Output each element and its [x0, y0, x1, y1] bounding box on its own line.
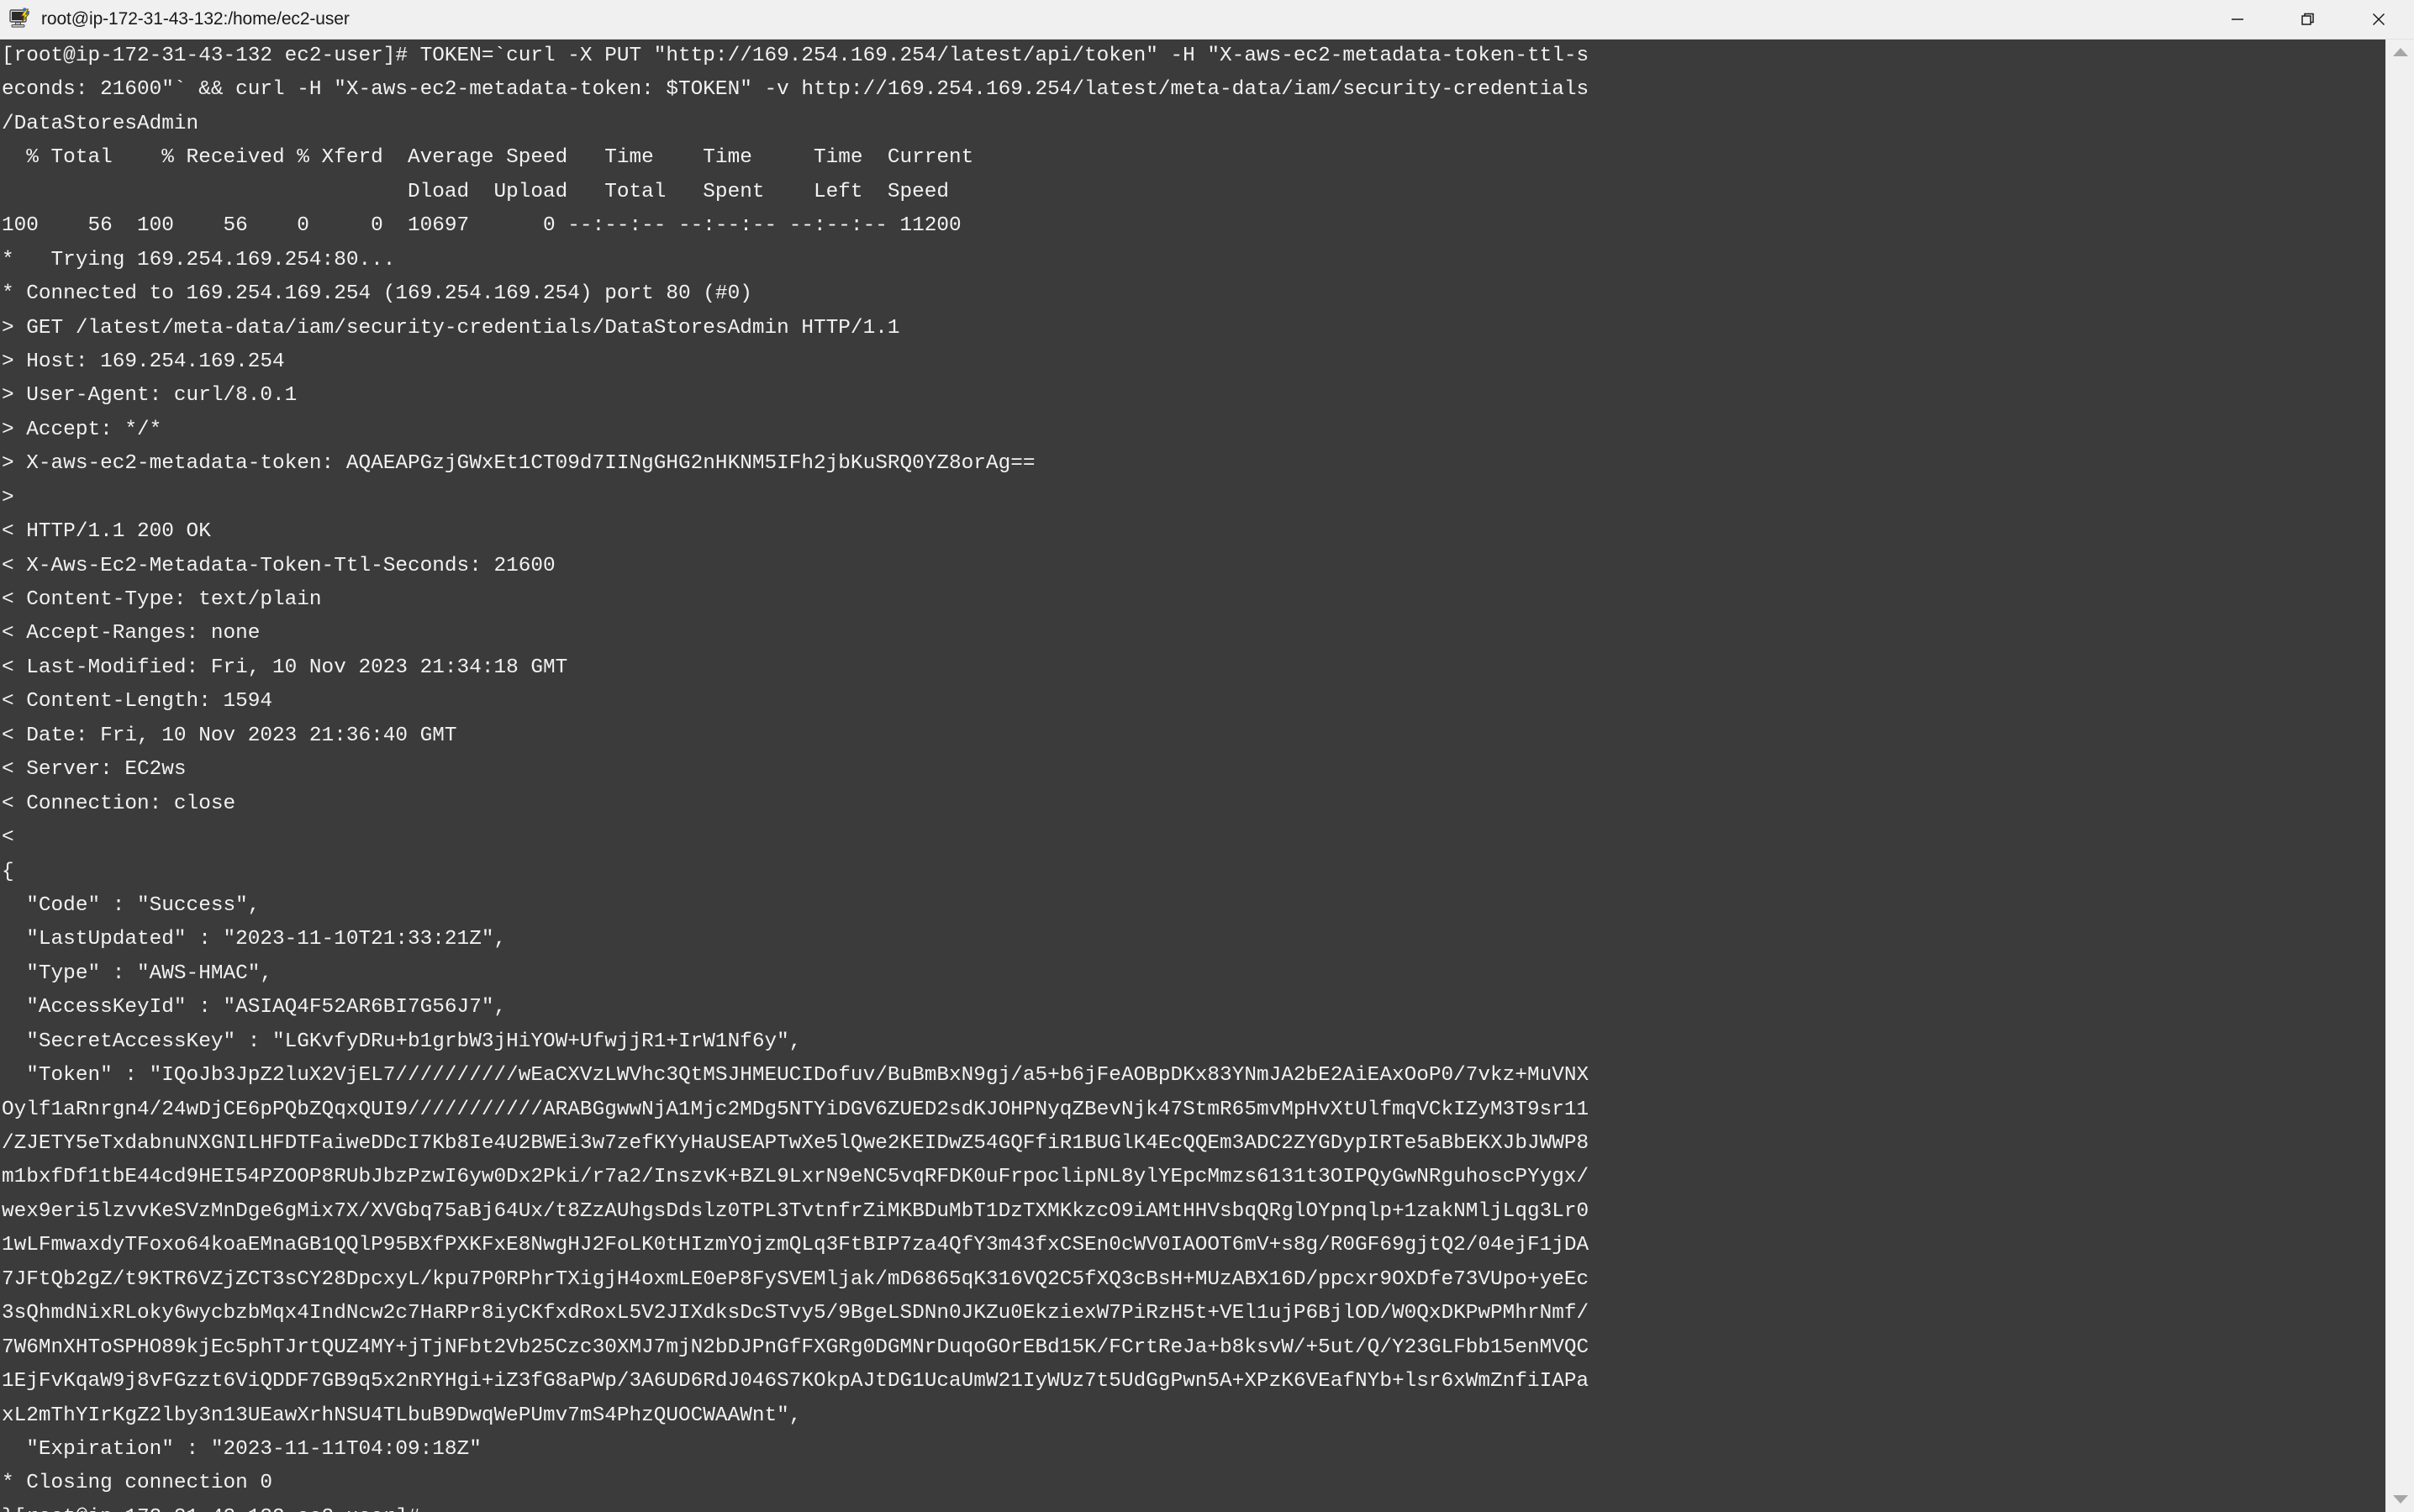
- terminal-line: < Content-Type: text/plain: [2, 588, 322, 611]
- terminal-line: < Last-Modified: Fri, 10 Nov 2023 21:34:…: [2, 656, 568, 679]
- terminal-line: > GET /latest/meta-data/iam/security-cre…: [2, 316, 900, 340]
- scroll-down-arrow-icon[interactable]: [2386, 1487, 2414, 1512]
- terminal-line: < Server: EC2ws: [2, 758, 187, 782]
- terminal-line: Oylf1aRnrgn4/24wDjCE6pPQbZQqxQUI9///////…: [2, 1098, 1589, 1121]
- terminal-line: {: [2, 860, 14, 883]
- terminal-line: 3sQhmdNixRLoky6wycbzbMqx4IndNcw2c7HaRPr8…: [2, 1302, 1589, 1325]
- terminal-line: [root@ip-172-31-43-132 ec2-user]# TOKEN=…: [2, 45, 1589, 67]
- terminal-scrollbar[interactable]: [2385, 40, 2414, 1512]
- title-bar-left: root@ip-172-31-43-132:/home/ec2-user: [0, 7, 2202, 32]
- terminal-line: * Closing connection 0: [2, 1472, 273, 1495]
- terminal-line: < Connection: close: [2, 792, 236, 815]
- terminal-window: root@ip-172-31-43-132:/home/ec2-user [ro: [0, 0, 2414, 1512]
- terminal-line: wex9eri5lzvvKeSVzMnDge6gMix7X/XVGbq75aBj…: [2, 1199, 1589, 1223]
- terminal-line: 7JFtQb2gZ/t9KTR6VZjZCT3sCY28DpcxyL/kpu7P…: [2, 1267, 1589, 1291]
- terminal-line: Dload Upload Total Spent Left Speed: [2, 180, 950, 203]
- terminal-line: }[root@ip-172-31-43-132 ec2-user]#: [2, 1501, 2385, 1512]
- close-button[interactable]: [2343, 0, 2414, 39]
- terminal-line: % Total % Received % Xferd Average Speed…: [2, 146, 974, 170]
- terminal-line: 1EjFvKqaW9j8vFGzzt6ViQDDF7GB9q5x2nRYHgi+…: [2, 1370, 1589, 1393]
- terminal-line: < HTTP/1.1 200 OK: [2, 520, 211, 544]
- window-title: root@ip-172-31-43-132:/home/ec2-user: [41, 9, 350, 29]
- scrollbar-track[interactable]: [2386, 65, 2414, 1487]
- terminal-line: xL2mThYIrKgZ2lby3n13UEawXrhNSU4TLbuB9Dwq…: [2, 1404, 802, 1427]
- terminal-line: > Accept: */*: [2, 418, 162, 441]
- terminal-line: "Expiration" : "2023-11-11T04:09:18Z": [2, 1437, 482, 1461]
- terminal-line: "Code" : "Success",: [2, 893, 261, 917]
- terminal-line: /DataStoresAdmin: [2, 112, 199, 135]
- terminal-output[interactable]: [root@ip-172-31-43-132 ec2-user]# TOKEN=…: [0, 40, 2385, 1512]
- terminal-line: 7W6MnXHToSPHO89kjEc5phTJrtQUZ4MY+jTjNFbt…: [2, 1336, 1589, 1359]
- restore-button[interactable]: [2273, 0, 2343, 39]
- terminal-line: < Date: Fri, 10 Nov 2023 21:36:40 GMT: [2, 724, 457, 747]
- terminal-line: > User-Agent: curl/8.0.1: [2, 384, 298, 408]
- scroll-up-arrow-icon[interactable]: [2386, 40, 2414, 65]
- terminal-line: < Content-Length: 1594: [2, 690, 273, 714]
- terminal-line: m1bxfDf1tbE44cd9HEI54PZOOP8RUbJbzPzwI6yw…: [2, 1166, 1589, 1189]
- terminal-line: > Host: 169.254.169.254: [2, 350, 285, 373]
- terminal-line: <: [2, 826, 14, 850]
- putty-terminal-icon: [8, 7, 34, 32]
- terminal-line: * Connected to 169.254.169.254 (169.254.…: [2, 282, 752, 306]
- terminal-body: [root@ip-172-31-43-132 ec2-user]# TOKEN=…: [0, 40, 2414, 1512]
- terminal-line: > X-aws-ec2-metadata-token: AQAEAPGzjGWx…: [2, 452, 1036, 476]
- minimize-button[interactable]: [2202, 0, 2273, 39]
- terminal-line: /ZJETY5eTxdabnuNXGNILHFDTFaiweDDcI7Kb8Ie…: [2, 1132, 1589, 1155]
- terminal-line: 100 56 100 56 0 0 10697 0 --:--:-- --:--…: [2, 214, 962, 238]
- terminal-line: "Type" : "AWS-HMAC",: [2, 961, 273, 985]
- terminal-line: < Accept-Ranges: none: [2, 622, 261, 645]
- terminal-line: >: [2, 486, 14, 509]
- terminal-line: "LastUpdated" : "2023-11-10T21:33:21Z",: [2, 928, 507, 951]
- terminal-line: < X-Aws-Ec2-Metadata-Token-Ttl-Seconds: …: [2, 554, 556, 577]
- terminal-line: "AccessKeyId" : "ASIAQ4F52AR6BI7G56J7",: [2, 996, 507, 1019]
- terminal-line: 1wLFmwaxdyTFoxo64koaEMnaGB1QQlP95BXfPXKF…: [2, 1234, 1589, 1257]
- terminal-line: "SecretAccessKey" : "LGKvfyDRu+b1grbW3jH…: [2, 1030, 802, 1053]
- title-bar[interactable]: root@ip-172-31-43-132:/home/ec2-user: [0, 0, 2414, 40]
- terminal-line: "Token" : "IQoJb3JpZ2luX2VjEL7//////////…: [2, 1064, 1589, 1088]
- terminal-line: * Trying 169.254.169.254:80...: [2, 248, 396, 271]
- window-controls: [2202, 0, 2414, 39]
- terminal-line: econds: 21600"` && curl -H "X-aws-ec2-me…: [2, 78, 1589, 102]
